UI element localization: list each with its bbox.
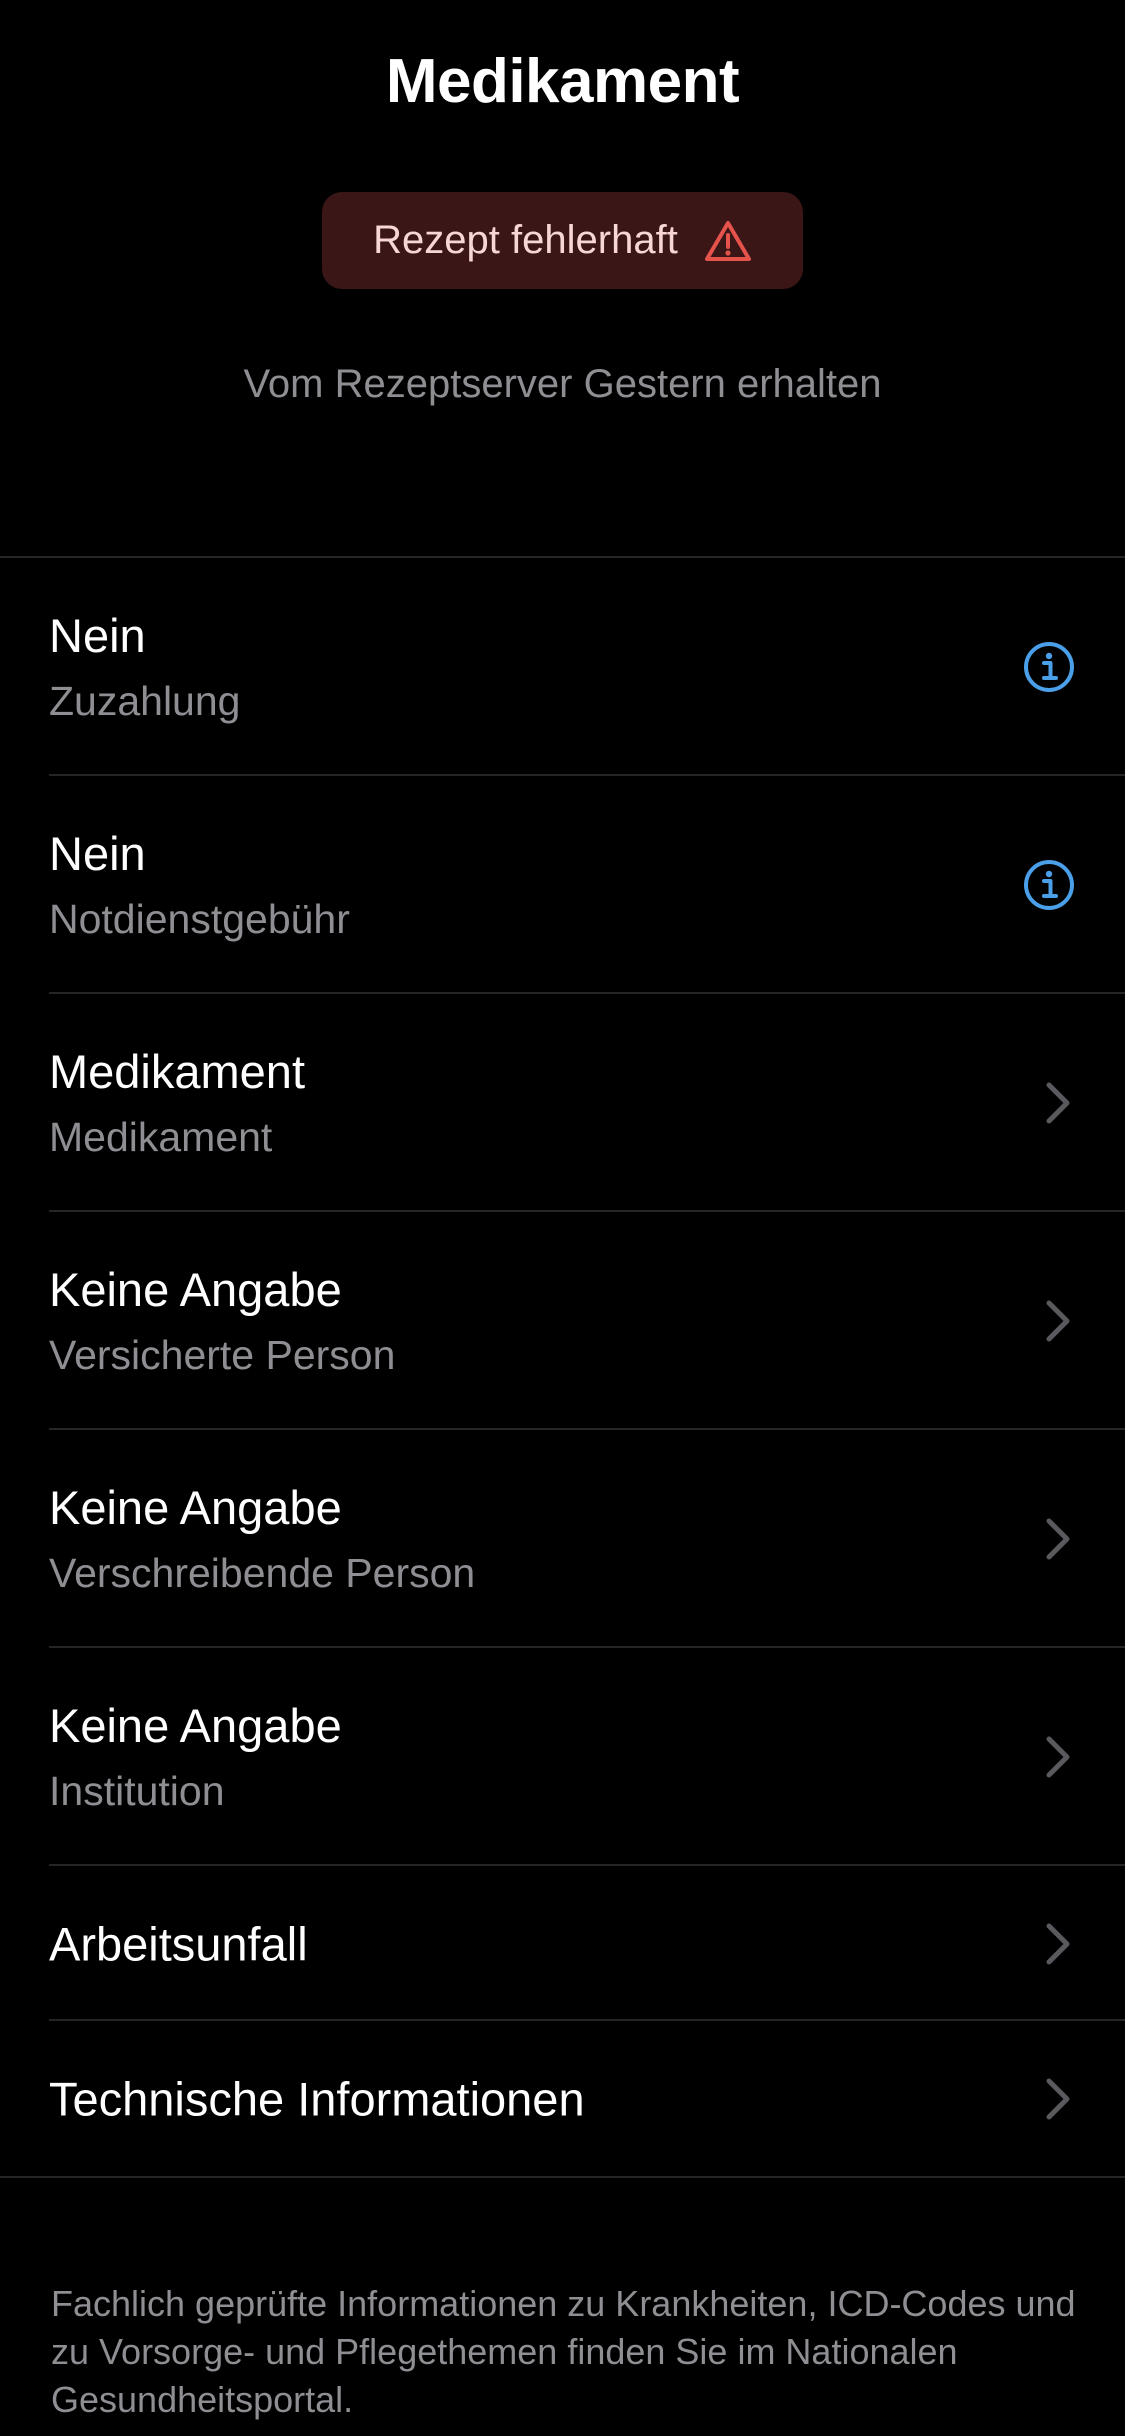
row-label: Institution: [49, 1768, 225, 1814]
row-zuzahlung[interactable]: Nein Zuzahlung: [0, 558, 1125, 776]
row-value: Keine Angabe: [49, 1481, 342, 1534]
chevron-right-icon: [1046, 1300, 1070, 1342]
row-label: Medikament: [49, 1114, 273, 1160]
info-icon[interactable]: [1023, 641, 1075, 693]
chevron-right-icon: [1046, 1082, 1070, 1124]
row-notdienstgebuehr[interactable]: Nein Notdienstgebühr: [0, 776, 1125, 994]
footer-text: Fachlich geprüfte Informationen zu Krank…: [51, 2283, 1076, 2420]
status-badge[interactable]: Rezept fehlerhaft: [322, 192, 803, 289]
row-value: Arbeitsunfall: [49, 1917, 308, 1970]
details-list: Nein Zuzahlung Nein Notdienstgebühr Medi…: [0, 556, 1125, 2178]
row-value: Nein: [49, 827, 146, 880]
status-badge-label: Rezept fehlerhaft: [373, 218, 678, 262]
row-institution[interactable]: Keine Angabe Institution: [0, 1648, 1125, 1866]
received-info: Vom Rezeptserver Gestern erhalten: [243, 362, 882, 406]
row-value: Technische Informationen: [49, 2072, 585, 2125]
row-versicherte-person[interactable]: Keine Angabe Versicherte Person: [0, 1212, 1125, 1430]
page-title: Medikament: [385, 47, 740, 116]
chevron-right-icon: [1046, 1923, 1070, 1964]
chevron-right-icon: [1046, 1736, 1070, 1778]
warning-triangle-icon: [704, 220, 751, 261]
row-label: Notdienstgebühr: [49, 896, 350, 942]
row-label: Versicherte Person: [49, 1332, 396, 1378]
row-value: Keine Angabe: [49, 1263, 342, 1316]
row-label: Zuzahlung: [49, 678, 241, 724]
row-label: Verschreibende Person: [49, 1550, 476, 1596]
row-value: Keine Angabe: [49, 1699, 342, 1752]
info-icon[interactable]: [1023, 859, 1075, 911]
row-value: Nein: [49, 609, 146, 662]
chevron-right-icon: [1046, 1518, 1070, 1560]
row-verschreibende-person[interactable]: Keine Angabe Verschreibende Person: [0, 1430, 1125, 1648]
row-arbeitsunfall[interactable]: Arbeitsunfall: [0, 1866, 1125, 2021]
row-medikament[interactable]: Medikament Medikament: [0, 994, 1125, 1212]
chevron-right-icon: [1046, 2078, 1070, 2119]
row-technische-informationen[interactable]: Technische Informationen: [0, 2021, 1125, 2176]
row-value: Medikament: [49, 1045, 305, 1098]
